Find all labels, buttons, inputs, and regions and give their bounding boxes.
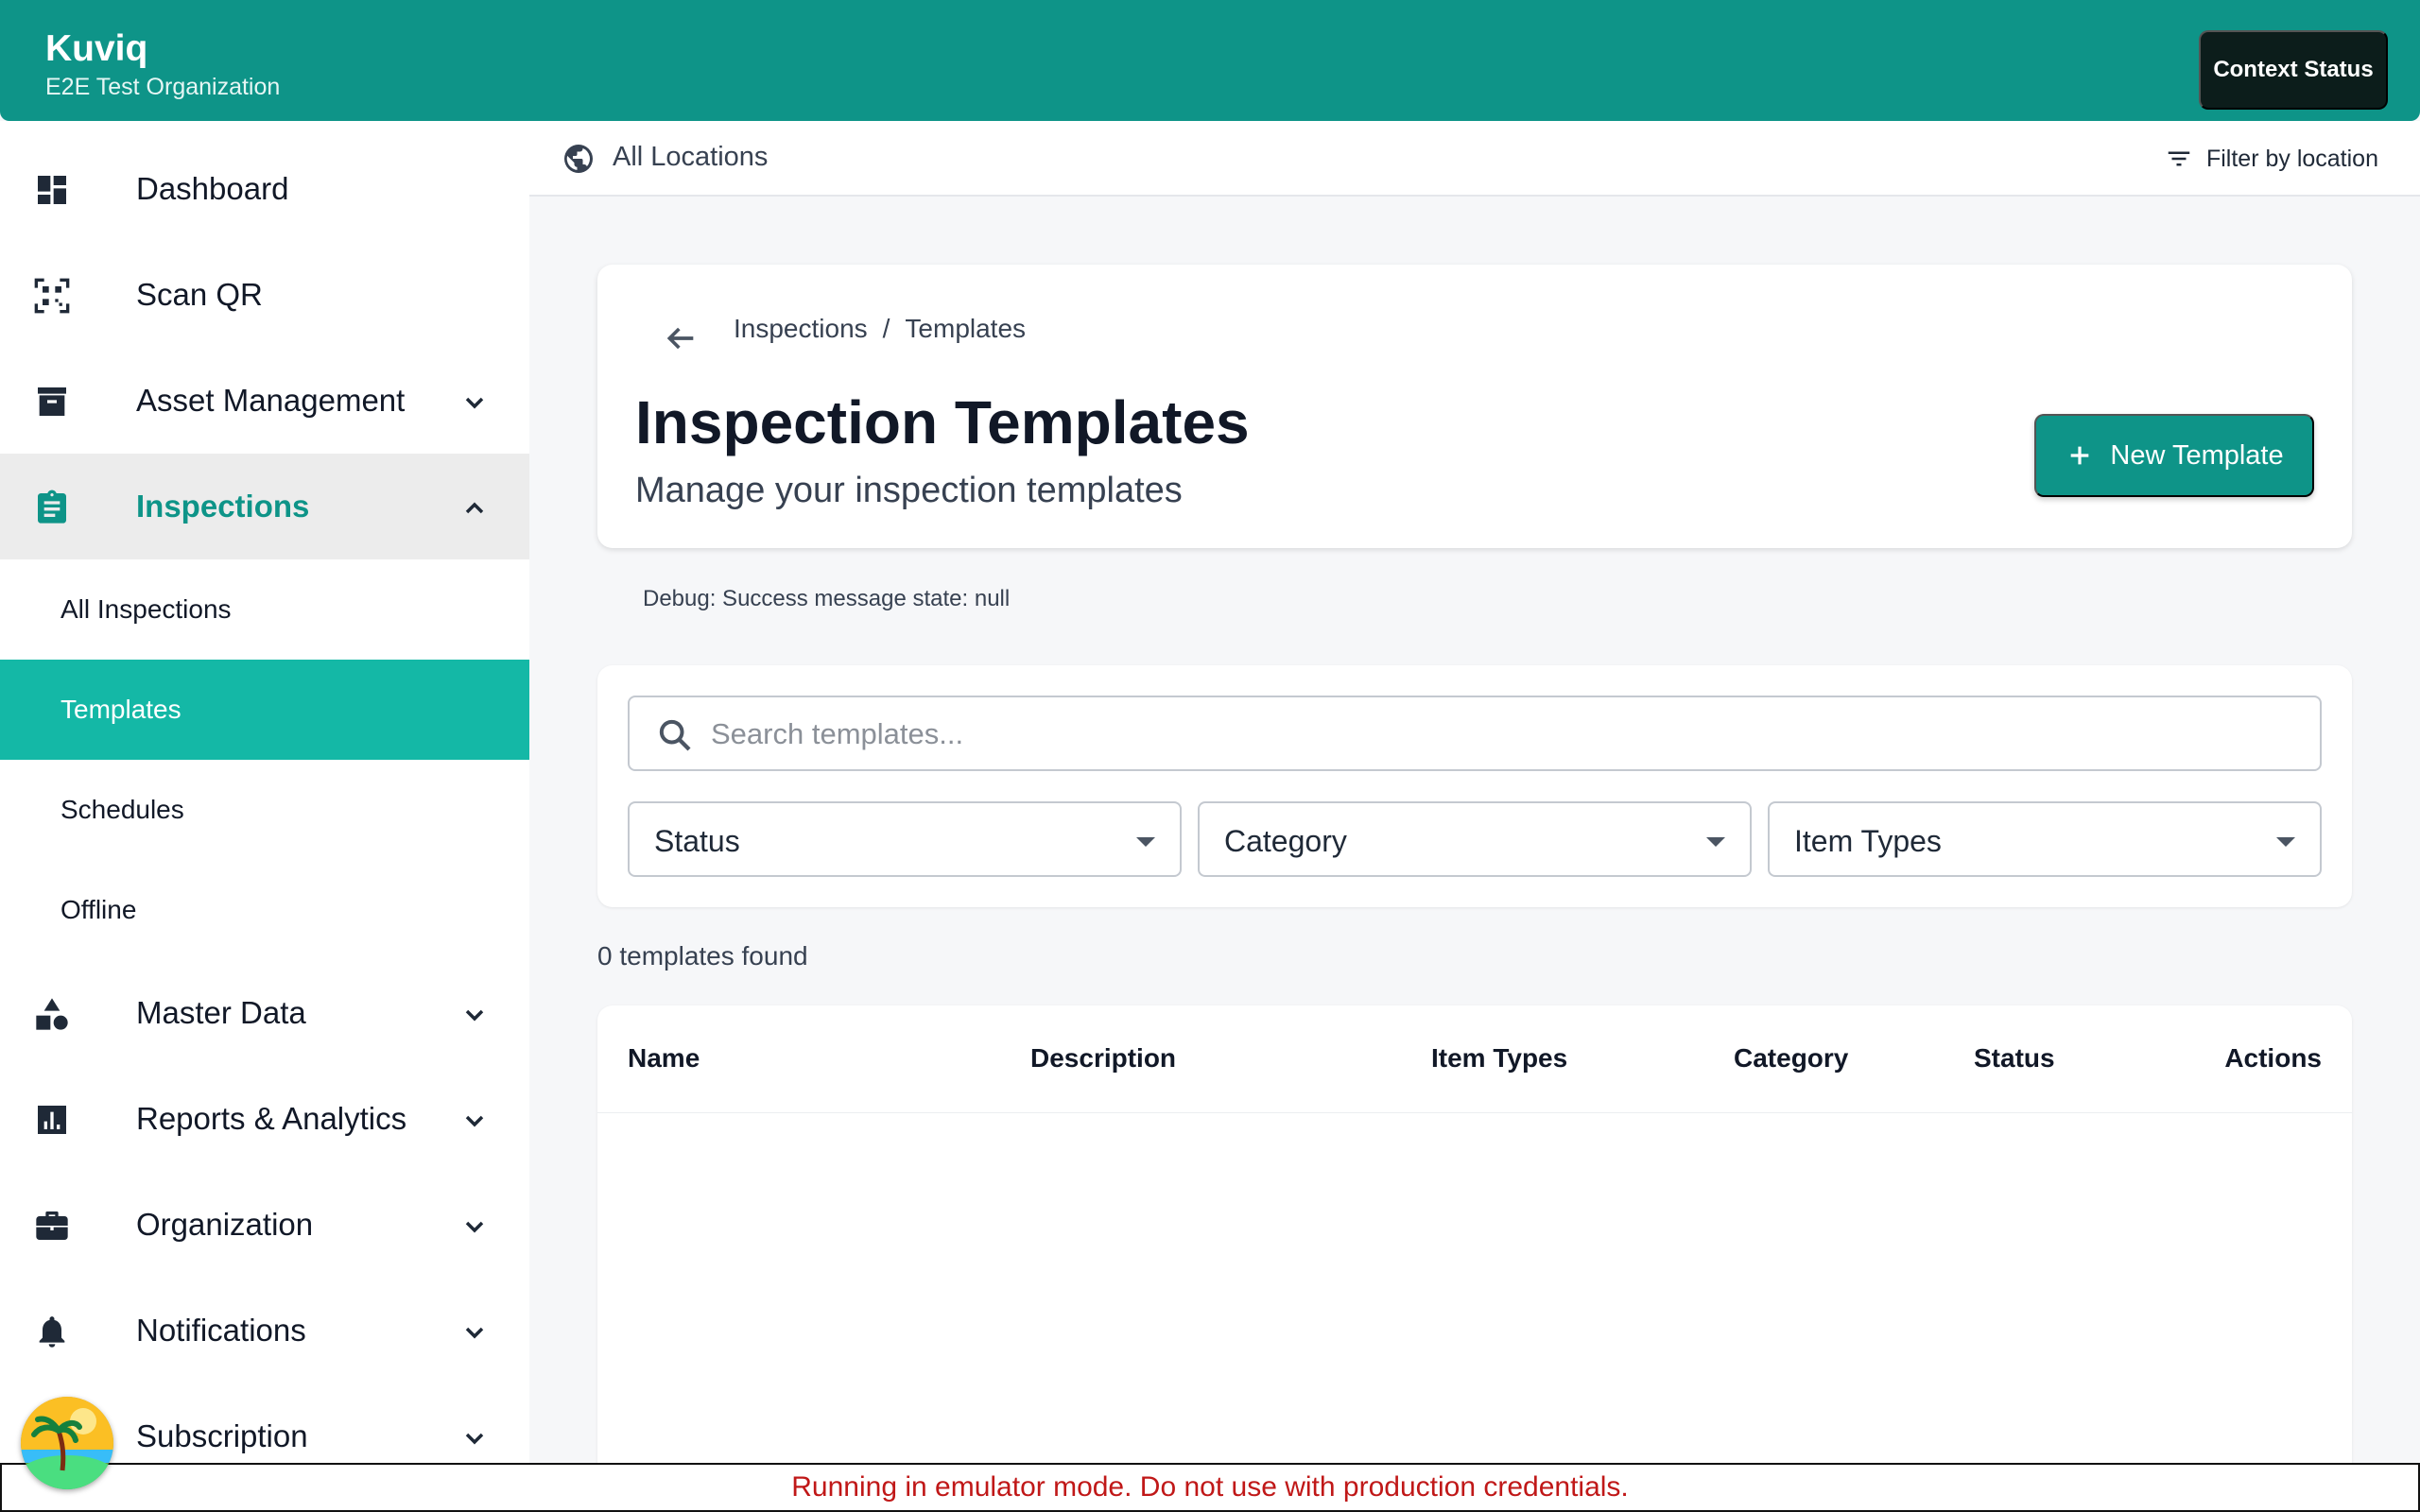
templates-table: Name Description Item Types Category Sta… (597, 1005, 2352, 1497)
breadcrumb-templates: Templates (905, 314, 1027, 343)
sidebar-item-reports-analytics[interactable]: Reports & Analytics (0, 1066, 529, 1172)
filter-list-icon (2168, 151, 2190, 166)
sidebar-subitem-schedules[interactable]: Schedules (0, 760, 529, 860)
sidebar-item-label: Subscription (136, 1418, 308, 1453)
chevron-down-icon (465, 1009, 484, 1022)
dropdown-arrow-icon (1706, 837, 1725, 847)
column-header-name[interactable]: Name (628, 1043, 700, 1074)
sidebar-item-organization[interactable]: Organization (0, 1172, 529, 1278)
context-status-button[interactable]: Context Status (2199, 30, 2388, 110)
column-header-item-types[interactable]: Item Types (1431, 1043, 1567, 1074)
sidebar-item-master-data[interactable]: Master Data (0, 960, 529, 1066)
dropdown-arrow-icon (2276, 837, 2295, 847)
results-count: 0 templates found (597, 941, 808, 971)
sidebar-subitem-label: Templates (60, 695, 182, 724)
dropdown-arrow-icon (1136, 837, 1155, 847)
sidebar-item-label: Organization (136, 1207, 314, 1242)
breadcrumb: Inspections / Templates (734, 314, 1026, 344)
sidebar-item-label: Asset Management (136, 383, 406, 418)
sidebar-item-label: Master Data (136, 995, 306, 1030)
breadcrumb-inspections[interactable]: Inspections (734, 314, 868, 344)
sidebar-item-inspections[interactable]: Inspections (0, 454, 529, 559)
debug-message: Debug: Success message state: null (643, 586, 1011, 611)
sidebar-item-notifications[interactable]: Notifications (0, 1278, 529, 1383)
chevron-down-icon (465, 1433, 484, 1445)
user-avatar[interactable] (21, 1397, 113, 1489)
sidebar-subitem-all-inspections[interactable]: All Inspections (0, 559, 529, 660)
new-template-label: New Template (2110, 439, 2284, 471)
status-select-label: Status (654, 824, 740, 858)
page-header-card: Inspections / Templates Inspection Templ… (597, 265, 2352, 548)
sidebar-item-scan-qr[interactable]: Scan QR (0, 242, 529, 348)
back-button[interactable] (654, 312, 707, 365)
sidebar-subitem-offline[interactable]: Offline (0, 860, 529, 960)
item-types-select[interactable]: Item Types (1768, 801, 2322, 877)
app-header: Kuviq E2E Test Organization Context Stat… (0, 0, 2420, 121)
breadcrumb-separator: / (882, 314, 890, 343)
category-select-label: Category (1224, 824, 1347, 858)
chevron-down-icon (465, 1115, 484, 1127)
clipboard-icon (32, 488, 72, 527)
page-title: Inspection Templates (635, 388, 1250, 456)
location-bar: All Locations Filter by location (529, 121, 2420, 197)
filter-card: Status Category Item Types (597, 665, 2352, 907)
sidebar-subitem-label: All Inspections (60, 594, 232, 624)
tropical-island-avatar-icon (21, 1397, 113, 1489)
globe-icon (564, 145, 593, 173)
current-location[interactable]: All Locations (613, 142, 768, 173)
sidebar-item-label: Notifications (136, 1313, 306, 1348)
page-subtitle: Manage your inspection templates (635, 471, 1183, 510)
search-input[interactable] (711, 709, 2299, 760)
sidebar-item-label: Reports & Analytics (136, 1101, 407, 1136)
column-header-description[interactable]: Description (1030, 1043, 1176, 1074)
column-header-category[interactable]: Category (1734, 1043, 1848, 1074)
bar-chart-icon (32, 1100, 72, 1140)
sidebar-item-label: Inspections (136, 489, 310, 524)
filter-by-location-button[interactable]: Filter by location (2165, 138, 2378, 180)
sidebar-subitem-label: Offline (60, 895, 137, 924)
search-icon (659, 719, 691, 751)
new-template-button[interactable]: New Template (2034, 414, 2314, 497)
qr-scan-icon (32, 276, 72, 316)
sidebar-item-label: Scan QR (136, 277, 263, 312)
plus-icon (2071, 446, 2089, 465)
chevron-down-icon (465, 1327, 484, 1339)
category-select[interactable]: Category (1198, 801, 1752, 877)
sidebar-subitem-templates[interactable]: Templates (0, 660, 529, 760)
search-field[interactable] (628, 696, 2322, 771)
sidebar-item-asset-management[interactable]: Asset Management (0, 348, 529, 454)
organization-name: E2E Test Organization (45, 74, 281, 100)
sidebar-item-dashboard[interactable]: Dashboard (0, 136, 529, 242)
emulator-warning-banner: Running in emulator mode. Do not use wit… (0, 1463, 2420, 1512)
briefcase-icon (32, 1206, 72, 1246)
column-header-actions: Actions (2224, 1043, 2322, 1073)
archive-box-icon (32, 382, 72, 421)
chevron-down-icon (465, 1221, 484, 1233)
app-title: Kuviq (45, 28, 148, 69)
sidebar-item-label: Dashboard (136, 171, 289, 206)
sidebar: Dashboard Scan QR Asset Management Inspe… (0, 121, 529, 1463)
bell-icon (32, 1312, 72, 1351)
table-header: Name Description Item Types Category Sta… (597, 1005, 2352, 1113)
sidebar-subitem-label: Schedules (60, 795, 184, 824)
status-select[interactable]: Status (628, 801, 1182, 877)
column-header-status[interactable]: Status (1974, 1043, 2055, 1074)
arrow-left-icon (666, 327, 694, 350)
emulator-warning-text: Running in emulator mode. Do not use wit… (791, 1471, 1629, 1503)
item-types-select-label: Item Types (1794, 824, 1942, 858)
filter-by-location-label: Filter by location (2205, 145, 2378, 172)
shapes-icon (32, 994, 72, 1034)
chevron-down-icon (465, 397, 484, 409)
chevron-up-icon (465, 502, 484, 514)
dashboard-icon (32, 170, 72, 210)
